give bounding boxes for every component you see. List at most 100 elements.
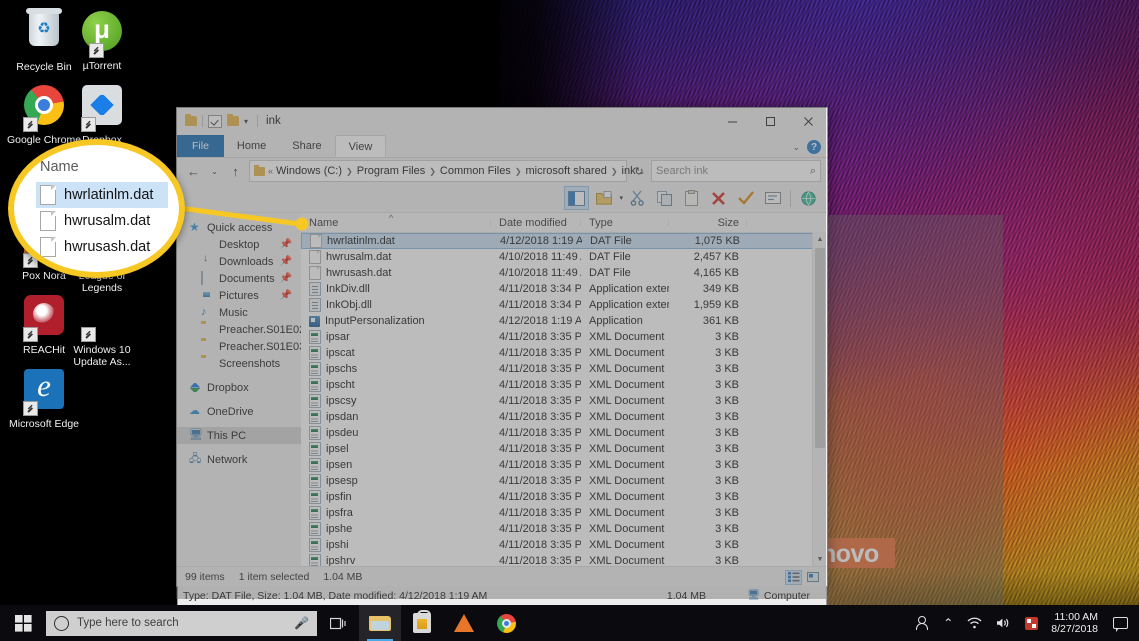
wifi-icon[interactable]: [960, 605, 989, 641]
clock[interactable]: 11:00 AM 8/27/2018: [1045, 611, 1107, 635]
taskbar-app-file-explorer[interactable]: [359, 605, 401, 641]
table-row[interactable]: ipscat4/11/2018 3:35 PMXML Document3 KB: [301, 345, 827, 361]
maximize-icon[interactable]: [751, 108, 789, 134]
pin-icon[interactable]: 📌: [280, 239, 292, 250]
table-row[interactable]: InputPersonalization4/12/2018 1:19 AMApp…: [301, 313, 827, 329]
table-row[interactable]: ipschs4/11/2018 3:35 PMXML Document3 KB: [301, 361, 827, 377]
chevron-down-icon[interactable]: ▾: [619, 194, 623, 202]
minimize-icon[interactable]: [713, 108, 751, 134]
tab-home[interactable]: Home: [224, 135, 279, 157]
table-row[interactable]: InkDiv.dll4/11/2018 3:34 PMApplication e…: [301, 281, 827, 297]
desktop-icon-dropbox[interactable]: Dropbox: [60, 82, 144, 146]
column-header-date-modified[interactable]: Date modified: [491, 217, 581, 229]
breadcrumb[interactable]: « Windows (C:) ❯ Program Files ❯ Common …: [249, 160, 627, 182]
sidebar-item-this-pc[interactable]: 🖥 This PC: [177, 427, 301, 444]
tab-share[interactable]: Share: [279, 135, 334, 157]
properties-checkbox-icon[interactable]: [208, 115, 222, 128]
sidebar-item-preacher-s01e02[interactable]: Preacher.S01E02.HD: [177, 321, 301, 338]
action-center-icon[interactable]: [1107, 605, 1133, 641]
search-input[interactable]: Type here to search 🎤: [46, 611, 317, 636]
help-icon[interactable]: ?: [807, 140, 821, 154]
table-row[interactable]: ipsel4/11/2018 3:35 PMXML Document3 KB: [301, 441, 827, 457]
up-button[interactable]: ↑: [225, 161, 246, 182]
back-button[interactable]: ←: [183, 161, 204, 182]
sidebar-item-onedrive[interactable]: ☁ OneDrive: [177, 403, 301, 420]
pin-icon[interactable]: 📌: [280, 273, 292, 284]
sidebar-item-pictures[interactable]: Pictures 📌: [177, 287, 301, 304]
table-row[interactable]: ipsfin4/11/2018 3:35 PMXML Document3 KB: [301, 489, 827, 505]
copy-icon[interactable]: [652, 186, 677, 210]
start-button[interactable]: [0, 605, 46, 641]
breadcrumb-item-drive[interactable]: Windows (C:): [276, 165, 342, 177]
column-header-size[interactable]: Size: [669, 217, 747, 229]
table-row[interactable]: ipsdan4/11/2018 3:35 PMXML Document3 KB: [301, 409, 827, 425]
details-view-icon[interactable]: [785, 570, 802, 585]
recent-locations-button[interactable]: ⌄: [207, 161, 222, 182]
scrollbar-thumb[interactable]: [815, 248, 825, 448]
sidebar-item-screenshots[interactable]: Screenshots: [177, 355, 301, 372]
folder-icon[interactable]: [185, 116, 197, 126]
refresh-button[interactable]: ↻: [630, 165, 648, 178]
table-row[interactable]: InkObj.dll4/11/2018 3:34 PMApplication e…: [301, 297, 827, 313]
taskbar-app-microsoft-store[interactable]: [401, 605, 443, 641]
table-row[interactable]: ipscht4/11/2018 3:35 PMXML Document3 KB: [301, 377, 827, 393]
sidebar-item-desktop[interactable]: Desktop 📌: [177, 236, 301, 253]
globe-icon[interactable]: [796, 186, 821, 210]
pin-icon[interactable]: 📌: [280, 256, 292, 267]
volume-icon[interactable]: [989, 605, 1018, 641]
tab-view[interactable]: View: [335, 135, 387, 157]
cut-icon[interactable]: [625, 186, 650, 210]
sidebar-item-documents[interactable]: Documents 📌: [177, 270, 301, 287]
table-row[interactable]: ipsar4/11/2018 3:35 PMXML Document3 KB: [301, 329, 827, 345]
breadcrumb-ellipsis[interactable]: «: [268, 166, 273, 176]
show-hidden-icons-icon[interactable]: ⌃: [936, 605, 960, 641]
tab-file[interactable]: File: [177, 135, 224, 157]
table-row[interactable]: ipshe4/11/2018 3:35 PMXML Document3 KB: [301, 521, 827, 537]
table-row[interactable]: ipsesp4/11/2018 3:35 PMXML Document3 KB: [301, 473, 827, 489]
delete-icon[interactable]: [706, 186, 731, 210]
breadcrumb-item-common-files[interactable]: Common Files: [440, 165, 511, 177]
taskbar-app-vlc[interactable]: [443, 605, 485, 641]
table-row[interactable]: hwrusalm.dat4/10/2018 11:49 ADAT File2,4…: [301, 249, 827, 265]
new-folder-icon[interactable]: [591, 186, 616, 210]
new-folder-icon[interactable]: [227, 116, 239, 126]
sidebar-item-music[interactable]: ♪ Music: [177, 304, 301, 321]
sidebar-item-downloads[interactable]: Downloads 📌: [177, 253, 301, 270]
table-row[interactable]: ipshrv4/11/2018 3:35 PMXML Document3 KB: [301, 553, 827, 566]
desktop-icon-windows-update-assistant[interactable]: Windows 10 Update As...: [60, 292, 144, 368]
vertical-scrollbar[interactable]: ▲ ▼: [812, 232, 827, 566]
rename-icon[interactable]: [760, 186, 785, 210]
sidebar-item-network[interactable]: 🖧 Network: [177, 451, 301, 468]
navigation-pane-icon[interactable]: [564, 186, 589, 210]
chevron-down-icon[interactable]: ⌄: [792, 142, 800, 153]
taskbar-app-google-chrome[interactable]: [485, 605, 527, 641]
breadcrumb-item-program-files[interactable]: Program Files: [357, 165, 425, 177]
table-row[interactable]: ipsdeu4/11/2018 3:35 PMXML Document3 KB: [301, 425, 827, 441]
table-row[interactable]: hwrusash.dat4/10/2018 11:49 ADAT File4,1…: [301, 265, 827, 281]
confirm-icon[interactable]: [733, 186, 758, 210]
chevron-right-icon[interactable]: ❯: [345, 167, 354, 176]
microphone-icon[interactable]: 🎤: [294, 616, 309, 630]
breadcrumb-item-microsoft-shared[interactable]: microsoft shared: [526, 165, 607, 177]
table-row[interactable]: ipscsy4/11/2018 3:35 PMXML Document3 KB: [301, 393, 827, 409]
paste-icon[interactable]: [679, 186, 704, 210]
sidebar-item-dropbox[interactable]: Dropbox: [177, 379, 301, 396]
table-row[interactable]: ipsen4/11/2018 3:35 PMXML Document3 KB: [301, 457, 827, 473]
desktop-icon-microsoft-edge[interactable]: Microsoft Edge: [2, 366, 86, 430]
table-row[interactable]: ipshi4/11/2018 3:35 PMXML Document3 KB: [301, 537, 827, 553]
app-tray-icon[interactable]: [1018, 605, 1045, 641]
chevron-right-icon[interactable]: ❯: [514, 167, 523, 176]
desktop-icon-utorrent[interactable]: µTorrent: [60, 8, 144, 72]
close-icon[interactable]: [789, 108, 827, 134]
scroll-up-icon[interactable]: ▲: [813, 232, 827, 246]
search-input[interactable]: Search ink ⌕: [651, 160, 821, 182]
table-row[interactable]: hwrlatinlm.dat4/12/2018 1:19 AMDAT File1…: [301, 233, 827, 249]
people-icon[interactable]: [908, 605, 936, 641]
sidebar-item-quick-access[interactable]: ★ Quick access: [177, 219, 301, 236]
scroll-down-icon[interactable]: ▼: [813, 552, 827, 566]
sidebar-item-preacher-s01e03[interactable]: Preacher.S01E03.HD: [177, 338, 301, 355]
large-icons-view-icon[interactable]: [804, 570, 821, 585]
chevron-right-icon[interactable]: ❯: [428, 167, 437, 176]
table-row[interactable]: ipsfra4/11/2018 3:35 PMXML Document3 KB: [301, 505, 827, 521]
task-view-icon[interactable]: [317, 605, 359, 641]
